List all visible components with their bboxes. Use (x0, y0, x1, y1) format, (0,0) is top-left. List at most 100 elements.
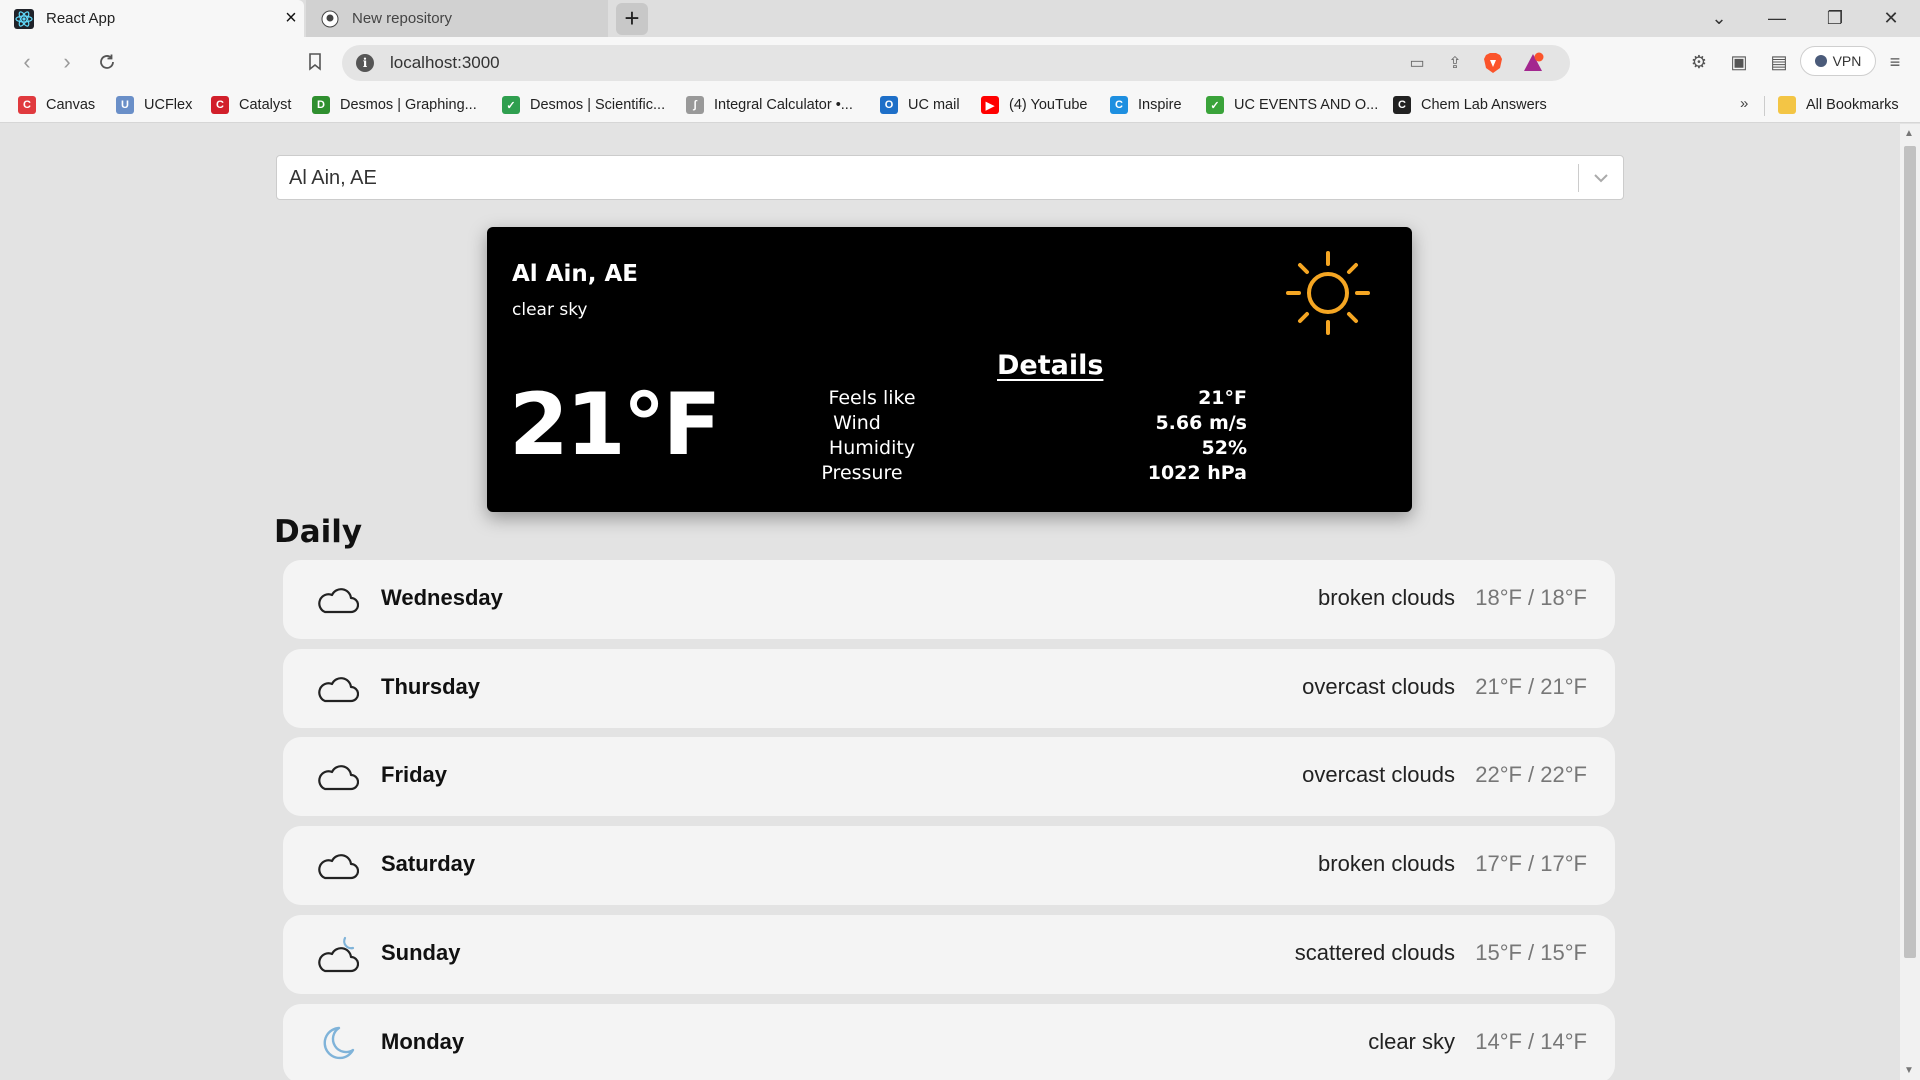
tab-title: React App (46, 10, 116, 27)
bookmark-inspire[interactable]: C Inspire (1110, 95, 1182, 115)
sidebar-icon[interactable]: ▣ (1726, 49, 1752, 75)
bookmark-desmos[interactable]: D Desmos | Graphing... (312, 95, 477, 115)
daily-forecast-item[interactable]: Wednesday broken clouds 18°F / 18°F (283, 560, 1615, 639)
bookmark-label: Canvas (46, 97, 96, 113)
daily-forecast-item[interactable]: Thursday overcast clouds 21°F / 21°F (283, 648, 1615, 728)
wallet-icon[interactable]: ▤ (1766, 49, 1792, 75)
chevron-down-icon[interactable] (1589, 166, 1613, 190)
day-name: Wednesday (381, 585, 503, 610)
detail-label: Wind (833, 412, 881, 434)
bookmark-label: Chem Lab Answers (1421, 97, 1547, 113)
bookmarks-divider (1764, 96, 1765, 116)
bookmark-desmos-scientific[interactable]: ✓ Desmos | Scientific... (502, 95, 665, 115)
day-temperature-range: 14°F / 14°F (1475, 1028, 1587, 1054)
detail-row-wind: Wind 5.66 m/s (817, 412, 1247, 438)
detail-value: 52% (1201, 437, 1247, 459)
bookmark-catalyst[interactable]: C Catalyst (211, 95, 291, 115)
ucflex-icon: U (116, 96, 134, 114)
more-bookmarks-button[interactable]: » (1740, 95, 1748, 112)
youtube-icon: ▶ (981, 96, 999, 114)
bookmark-outlook[interactable]: O UC mail (880, 95, 960, 115)
daily-forecast-item[interactable]: Sunday scattered clouds 15°F / 15°F (283, 914, 1615, 994)
bookmark-label: Integral Calculator •... (714, 97, 853, 113)
cloud-icon (315, 846, 360, 886)
toolbar: ‹ › i localhost:3000 ▭ ⇪ ⚙ ▣ ▤ VPN ≡ (0, 37, 1920, 87)
vpn-button[interactable]: VPN (1800, 46, 1876, 76)
url-text[interactable]: localhost:3000 (390, 53, 500, 73)
close-tab-icon[interactable]: × (278, 7, 304, 30)
detail-label: Pressure (821, 462, 903, 484)
day-name: Friday (381, 762, 448, 788)
city-search-value[interactable]: Al Ain, AE (289, 167, 377, 190)
cloud-icon (315, 669, 360, 709)
day-name: Monday (381, 1028, 465, 1054)
extensions-icon[interactable]: ⚙ (1686, 49, 1712, 75)
daily-forecast-item[interactable]: Saturday broken clouds 17°F / 17°F (283, 826, 1615, 906)
bookmark-icon[interactable] (300, 47, 330, 77)
back-icon[interactable]: ‹ (12, 47, 42, 77)
detail-label: Humidity (828, 437, 916, 459)
day-name: Sunday (381, 939, 461, 965)
folder-icon (1778, 96, 1796, 114)
bookmark-ucevents[interactable]: ✓ UC EVENTS AND O... (1206, 95, 1378, 115)
day-description: broken clouds (1318, 585, 1455, 610)
current-temperature: 21°F (509, 375, 721, 475)
share-icon[interactable]: ⇪ (1444, 52, 1466, 74)
day-temperature-range: 15°F / 15°F (1475, 939, 1587, 965)
tab-new-repository[interactable]: New repository (306, 0, 608, 37)
tab-search-chevron-icon[interactable]: ⌄ (1690, 0, 1748, 37)
all-bookmarks-button[interactable]: All Bookmarks (1778, 95, 1899, 115)
integral-icon: ∫ (686, 96, 704, 114)
desmos-icon: D (312, 96, 330, 114)
scrollbar-thumb[interactable] (1904, 146, 1916, 958)
day-name: Saturday (381, 851, 476, 877)
bookmark-chemlab[interactable]: C Chem Lab Answers (1393, 95, 1547, 115)
daily-forecast-item[interactable]: Friday overcast clouds 22°F / 22°F (283, 737, 1615, 817)
vpn-label: VPN (1832, 53, 1862, 69)
bookmark-label: Desmos | Graphing... (340, 97, 477, 113)
menu-icon[interactable]: ≡ (1882, 49, 1908, 75)
daily-forecast-item[interactable]: Monday clear sky 14°F / 14°F (283, 1003, 1615, 1080)
detail-label: Feels like (828, 387, 916, 409)
reload-icon[interactable] (92, 47, 122, 77)
detail-row-feels-like: Feels like 21°F (817, 387, 1247, 413)
day-description: scattered clouds (1294, 939, 1455, 965)
bookmark-integral[interactable]: ∫ Integral Calculator •... (686, 95, 853, 115)
scroll-up-icon[interactable]: ▲ (1904, 128, 1914, 139)
day-name: Thursday (381, 673, 481, 699)
bookmark-youtube[interactable]: ▶ (4) YouTube (981, 95, 1087, 115)
sun-icon (1282, 247, 1374, 343)
bookmark-label: UC mail (908, 97, 960, 113)
site-info-icon[interactable]: i (356, 54, 374, 72)
day-description: clear sky (1368, 1028, 1455, 1054)
new-tab-button[interactable]: + (616, 3, 648, 35)
restore-icon[interactable]: ❐ (1806, 0, 1864, 37)
bookmark-label: UC EVENTS AND O... (1234, 97, 1379, 113)
cloud-icon (315, 580, 360, 620)
minimize-icon[interactable]: — (1748, 0, 1806, 37)
close-window-icon[interactable]: ✕ (1862, 0, 1920, 37)
tab-title: New repository (352, 10, 453, 27)
forward-icon[interactable]: › (52, 47, 82, 77)
outlook-icon: O (880, 96, 898, 114)
scroll-down-icon[interactable]: ▼ (1904, 1065, 1914, 1076)
cloud-icon (315, 757, 360, 797)
ucevents-icon: ✓ (1206, 96, 1224, 114)
bookmark-ucflex[interactable]: U UCFlex (116, 95, 192, 115)
brave-rewards-icon[interactable] (1522, 52, 1544, 74)
tab-react-app[interactable]: React App × (0, 0, 304, 37)
bookmark-canvas[interactable]: C Canvas (18, 95, 95, 115)
day-description: overcast clouds (1302, 762, 1455, 788)
canvas-icon: C (18, 96, 36, 114)
detail-value: 21°F (1198, 387, 1247, 409)
current-city: Al Ain, AE (512, 261, 639, 287)
select-separator (1578, 164, 1579, 192)
page-scrollbar[interactable]: ▲ ▼ (1900, 124, 1920, 1080)
address-bar[interactable]: i localhost:3000 ▭ ⇪ (342, 45, 1570, 81)
detail-row-pressure: Pressure 1022 hPa (817, 462, 1247, 488)
brave-shields-icon[interactable] (1482, 52, 1504, 74)
bookmark-label: (4) YouTube (1009, 97, 1088, 113)
cast-icon[interactable]: ▭ (1406, 52, 1428, 74)
cloud-moon-icon (315, 935, 360, 975)
city-search-select[interactable]: Al Ain, AE (276, 155, 1624, 200)
